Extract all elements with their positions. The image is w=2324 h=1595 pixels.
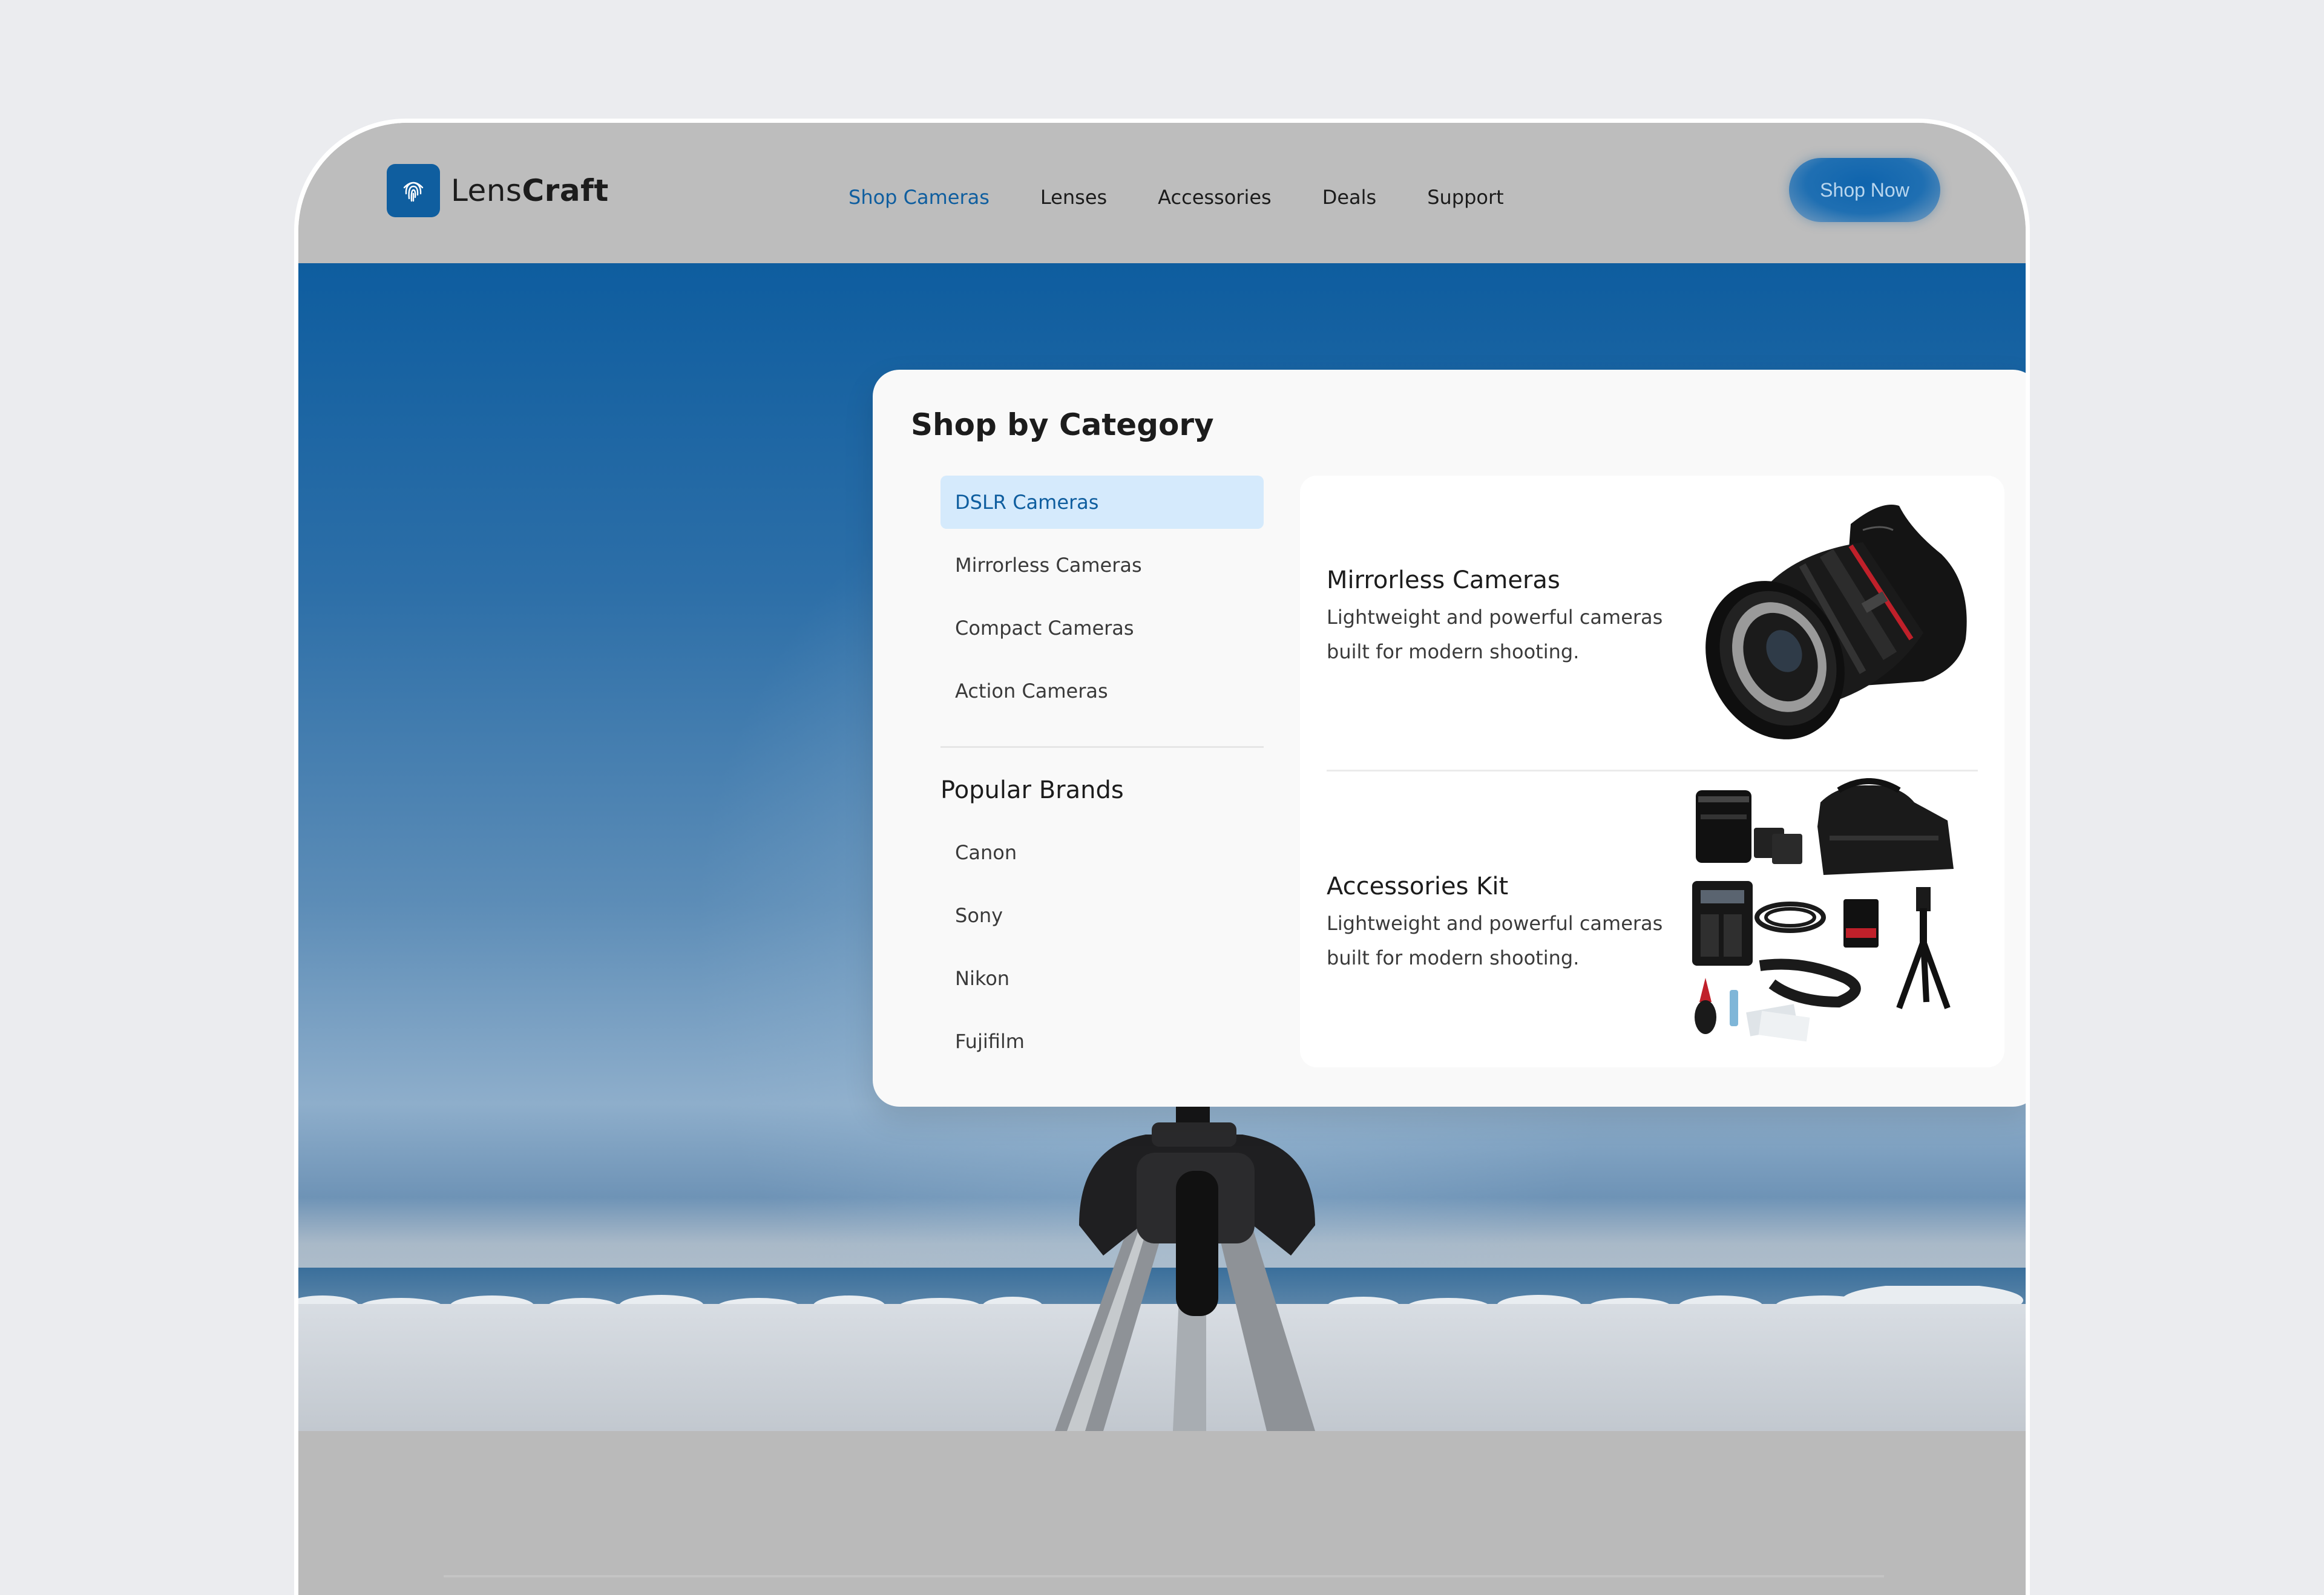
category-mirrorless-cameras[interactable]: Mirrorless Cameras bbox=[940, 539, 1264, 592]
feature-title: Mirrorless Cameras bbox=[1327, 566, 1560, 594]
logo[interactable]: LensCraft bbox=[387, 164, 609, 217]
navbar: LensCraft Shop Cameras Lenses Accessorie… bbox=[298, 123, 2026, 263]
feature-title: Accessories Kit bbox=[1327, 873, 1509, 900]
featured-mirrorless-cameras[interactable]: Mirrorless Cameras Lightweight and power… bbox=[1300, 476, 2004, 771]
nav-lenses[interactable]: Lenses bbox=[1040, 186, 1107, 209]
brand-fujifilm[interactable]: Fujifilm bbox=[940, 1015, 1264, 1068]
menu-divider bbox=[940, 746, 1264, 748]
lower-divider bbox=[444, 1575, 1884, 1577]
lower-content-area bbox=[298, 1431, 2026, 1595]
category-compact-cameras[interactable]: Compact Cameras bbox=[940, 601, 1264, 655]
device-frame: 0.25m/0.82ft LensCraft bbox=[294, 119, 2030, 1595]
logo-text: LensCraft bbox=[451, 173, 609, 208]
featured-products-panel: Mirrorless Cameras Lightweight and power… bbox=[1300, 476, 2004, 1067]
featured-accessories-kit[interactable]: Accessories Kit Lightweight and powerful… bbox=[1300, 771, 2004, 1066]
nav-shop-cameras[interactable]: Shop Cameras bbox=[849, 186, 990, 209]
brand-list: Canon Sony Nikon Fujifilm bbox=[940, 826, 1264, 1078]
popular-brands-title: Popular Brands bbox=[940, 776, 1124, 804]
fingerprint-icon bbox=[387, 164, 440, 217]
shop-now-button[interactable]: Shop Now bbox=[1789, 158, 1940, 222]
main-nav: Shop Cameras Lenses Accessories Deals Su… bbox=[849, 186, 1555, 209]
camera-lens-image bbox=[1705, 505, 1967, 739]
nav-deals[interactable]: Deals bbox=[1322, 186, 1377, 209]
screen: 0.25m/0.82ft LensCraft bbox=[298, 123, 2026, 1595]
feature-description: Lightweight and powerful cameras built f… bbox=[1327, 606, 1663, 663]
nav-support[interactable]: Support bbox=[1427, 186, 1504, 209]
feature-description: Lightweight and powerful cameras built f… bbox=[1327, 912, 1663, 969]
mega-menu-title: Shop by Category bbox=[911, 407, 1214, 442]
brand-canon[interactable]: Canon bbox=[940, 826, 1264, 879]
category-dslr-cameras[interactable]: DSLR Cameras bbox=[940, 476, 1264, 529]
brand-sony[interactable]: Sony bbox=[940, 889, 1264, 942]
nav-accessories[interactable]: Accessories bbox=[1158, 186, 1272, 209]
mega-menu: Shop by Category DSLR Cameras Mirrorless… bbox=[873, 370, 2026, 1107]
accessories-kit-image bbox=[1692, 778, 1954, 1042]
category-action-cameras[interactable]: Action Cameras bbox=[940, 664, 1264, 718]
brand-nikon[interactable]: Nikon bbox=[940, 952, 1264, 1005]
category-list: DSLR Cameras Mirrorless Cameras Compact … bbox=[940, 476, 1264, 727]
